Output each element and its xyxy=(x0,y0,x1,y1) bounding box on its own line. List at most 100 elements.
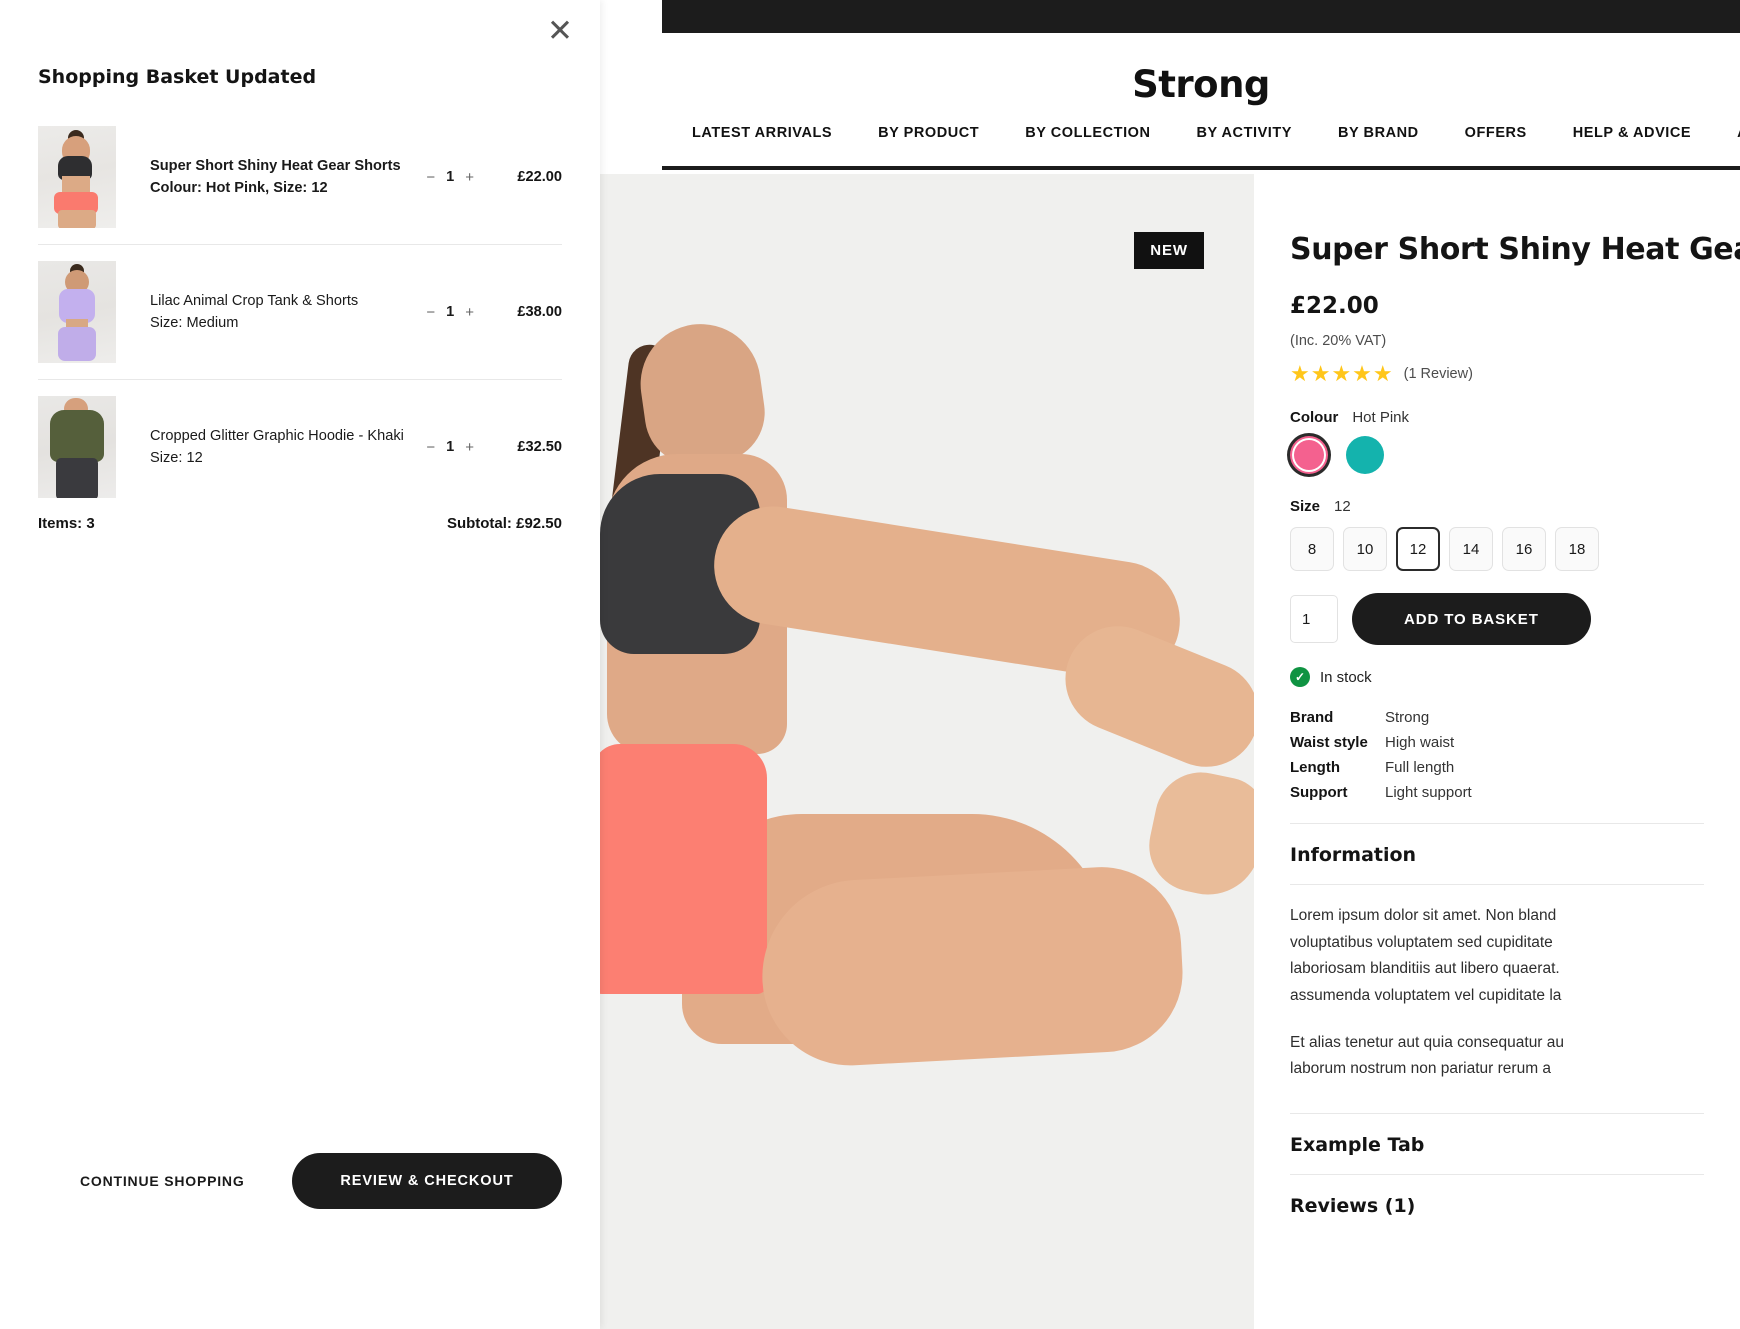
product-thumbnail[interactable] xyxy=(38,261,116,363)
subtotal-group: Subtotal: £92.50 xyxy=(447,515,562,532)
info-line: Lorem ipsum dolor sit amet. Non bland xyxy=(1290,907,1557,924)
quantity-stepper: − 1 + xyxy=(426,439,474,456)
basket-item-info: Super Short Shiny Heat Gear Shorts Colou… xyxy=(150,156,426,198)
page-root: Strong LATEST ARRIVALS BY PRODUCT BY COL… xyxy=(0,0,1740,1329)
review-checkout-button[interactable]: REVIEW & CHECKOUT xyxy=(292,1153,562,1209)
colour-swatch-hot-pink[interactable] xyxy=(1290,436,1328,474)
nav-item-by-product[interactable]: BY PRODUCT xyxy=(878,125,979,141)
product-thumbnail[interactable] xyxy=(38,126,116,228)
nav-item-help-advice[interactable]: HELP & ADVICE xyxy=(1573,125,1691,141)
attribute-value: High waist xyxy=(1385,734,1455,751)
basket-item-price: £22.00 xyxy=(517,169,562,185)
subtotal-value: £92.50 xyxy=(516,515,562,532)
stock-status-text: In stock xyxy=(1320,668,1372,686)
review-count-link[interactable]: (1 Review) xyxy=(1404,366,1473,382)
product-thumbnail[interactable] xyxy=(38,396,116,498)
tab-example[interactable]: Example Tab xyxy=(1290,1114,1704,1174)
utility-topbar xyxy=(662,0,1740,33)
main-navigation: LATEST ARRIVALS BY PRODUCT BY COLLECTION… xyxy=(662,125,1740,141)
items-label: Items: xyxy=(38,515,83,532)
size-value: 12 xyxy=(1334,498,1351,515)
colour-swatch-teal[interactable] xyxy=(1346,436,1384,474)
basket-item-meta: Size: Medium xyxy=(150,314,239,331)
size-selector-group: 8 10 12 14 16 18 xyxy=(1290,527,1704,571)
info-line: assumenda voluptatem vel cupiditate la xyxy=(1290,986,1562,1004)
nav-item-latest-arrivals[interactable]: LATEST ARRIVALS xyxy=(692,125,832,141)
attribute-row: Waist style High waist xyxy=(1290,734,1704,751)
new-badge: NEW xyxy=(1134,232,1204,269)
basket-item-name[interactable]: Cropped Glitter Graphic Hoodie - Khaki xyxy=(150,426,405,447)
product-attributes: Brand Strong Waist style High waist Leng… xyxy=(1290,709,1704,801)
colour-value: Hot Pink xyxy=(1352,409,1410,426)
decrease-quantity-button[interactable]: − xyxy=(426,304,435,321)
size-option-16[interactable]: 16 xyxy=(1502,527,1546,571)
info-line: laborum nostrum non pariatur rerum a xyxy=(1290,1060,1552,1078)
size-option-12[interactable]: 12 xyxy=(1396,527,1440,571)
rating-row: ★★★★★ (1 Review) xyxy=(1290,363,1704,385)
size-option-18[interactable]: 18 xyxy=(1555,527,1599,571)
quantity-stepper: − 1 + xyxy=(426,169,474,186)
attribute-key: Length xyxy=(1290,759,1340,776)
site-header: Strong LATEST ARRIVALS BY PRODUCT BY COL… xyxy=(662,33,1740,170)
model-hand xyxy=(1140,763,1254,905)
vat-note: (Inc. 20% VAT) xyxy=(1290,333,1387,349)
product-hero-image xyxy=(592,174,1254,1329)
close-icon[interactable]: ✕ xyxy=(540,10,580,50)
tab-reviews[interactable]: Reviews (1) xyxy=(1290,1175,1704,1235)
attribute-key: Brand xyxy=(1290,709,1334,726)
size-option-14[interactable]: 14 xyxy=(1449,527,1493,571)
attribute-value: Light support xyxy=(1385,784,1472,801)
quantity-stepper: − 1 + xyxy=(426,304,474,321)
attribute-row: Support Light support xyxy=(1290,784,1704,801)
attribute-row: Brand Strong xyxy=(1290,709,1704,726)
nav-item-by-activity[interactable]: BY ACTIVITY xyxy=(1197,125,1292,141)
basket-modal: ✕ Shopping Basket Updated Super Short Sh… xyxy=(0,0,600,1329)
basket-modal-footer: CONTINUE SHOPPING REVIEW & CHECKOUT xyxy=(38,1153,562,1209)
basket-item-name[interactable]: Super Short Shiny Heat Gear Shorts xyxy=(150,156,405,177)
quantity-input[interactable] xyxy=(1290,595,1338,643)
product-title: Super Short Shiny Heat Gear Shorts xyxy=(1290,232,1740,267)
product-gallery[interactable]: NEW xyxy=(592,174,1254,1329)
basket-item-info: Cropped Glitter Graphic Hoodie - Khaki S… xyxy=(150,426,426,468)
check-circle-icon: ✓ xyxy=(1290,667,1310,687)
attribute-row: Length Full length xyxy=(1290,759,1704,776)
colour-label: Colour xyxy=(1290,409,1339,426)
basket-item: Super Short Shiny Heat Gear Shorts Colou… xyxy=(38,110,562,245)
continue-shopping-button[interactable]: CONTINUE SHOPPING xyxy=(38,1163,287,1199)
decrease-quantity-button[interactable]: − xyxy=(426,439,435,456)
add-to-basket-button[interactable]: ADD TO BASKET xyxy=(1352,593,1591,645)
nav-item-by-brand[interactable]: BY BRAND xyxy=(1338,125,1419,141)
basket-item-price: £32.50 xyxy=(517,439,562,455)
size-label: Size xyxy=(1290,498,1321,515)
items-count-group: Items: 3 xyxy=(38,515,95,532)
increase-quantity-button[interactable]: + xyxy=(465,169,474,186)
basket-item-name[interactable]: Lilac Animal Crop Tank & Shorts xyxy=(150,291,405,312)
basket-item: Cropped Glitter Graphic Hoodie - Khaki S… xyxy=(38,380,562,514)
nav-item-offers[interactable]: OFFERS xyxy=(1465,125,1527,141)
colour-swatch-group xyxy=(1290,436,1704,474)
stock-status-row: ✓ In stock xyxy=(1290,667,1704,687)
info-line: laboriosam blanditiis aut libero quaerat… xyxy=(1290,960,1560,978)
site-logo[interactable]: Strong xyxy=(662,63,1740,106)
colour-label-row: Colour Hot Pink xyxy=(1290,409,1704,426)
basket-item-info: Lilac Animal Crop Tank & Shorts Size: Me… xyxy=(150,291,426,333)
tab-information[interactable]: Information xyxy=(1290,824,1704,884)
decrease-quantity-button[interactable]: − xyxy=(426,169,435,186)
basket-summary: Items: 3 Subtotal: £92.50 xyxy=(38,515,562,532)
product-detail-layout: NEW Super Short Shiny Heat Gear Shorts £… xyxy=(592,174,1740,1329)
attribute-value: Strong xyxy=(1385,709,1430,726)
increase-quantity-button[interactable]: + xyxy=(465,439,474,456)
model-thigh xyxy=(757,863,1187,1070)
quantity-value: 1 xyxy=(446,439,455,455)
size-option-10[interactable]: 10 xyxy=(1343,527,1387,571)
star-rating-icon: ★★★★★ xyxy=(1290,361,1394,386)
subtotal-label: Subtotal: xyxy=(446,515,512,532)
nav-item-by-collection[interactable]: BY COLLECTION xyxy=(1025,125,1150,141)
size-option-8[interactable]: 8 xyxy=(1290,527,1334,571)
increase-quantity-button[interactable]: + xyxy=(465,304,474,321)
attribute-key: Support xyxy=(1290,784,1348,801)
basket-item-price: £38.00 xyxy=(517,304,562,320)
basket-modal-title: Shopping Basket Updated xyxy=(38,66,317,88)
product-price: £22.00 xyxy=(1290,293,1379,319)
model-pink-shorts xyxy=(592,744,767,994)
